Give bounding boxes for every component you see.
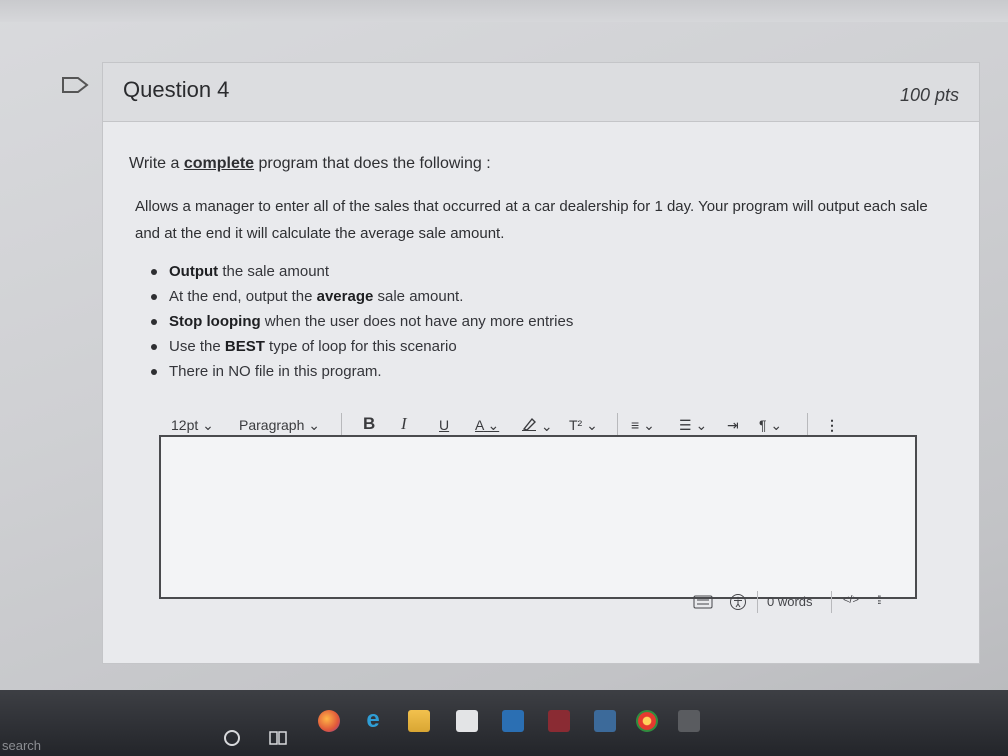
- taskbar-search[interactable]: search: [2, 738, 41, 753]
- status-divider: [757, 591, 758, 613]
- paragraph-direction-button[interactable]: ¶ ⌄: [759, 417, 782, 434]
- highlight-color-button[interactable]: ⌄: [521, 417, 553, 435]
- underline-button[interactable]: U: [439, 417, 449, 433]
- chevron-down-icon: ⌄: [586, 417, 598, 433]
- pilcrow-icon: ¶: [759, 417, 767, 433]
- toolbar-divider: [341, 413, 342, 437]
- prompt-emphasis: complete: [183, 155, 255, 172]
- question-header: Question 4 100 pts: [103, 63, 979, 122]
- indent-button[interactable]: ⇥: [727, 417, 739, 434]
- indent-icon: ⇥: [727, 417, 739, 433]
- app-icon[interactable]: [502, 710, 524, 732]
- chevron-down-icon: ⌄: [202, 417, 214, 433]
- accessibility-icon[interactable]: [729, 593, 747, 611]
- requirement-item: There in NO file in this program.: [149, 359, 573, 384]
- html-editor-toggle[interactable]: </>: [843, 594, 859, 606]
- app-icon[interactable]: [548, 710, 570, 732]
- block-format-dropdown[interactable]: Paragraph ⌄: [239, 417, 320, 434]
- question-card: Question 4 100 pts Write a complete prog…: [102, 62, 980, 664]
- requirement-item: Stop looping when the user does not have…: [149, 309, 573, 334]
- chevron-down-icon: ⌄: [770, 417, 783, 433]
- toolbar-divider: [617, 413, 618, 437]
- chevron-down-icon: ⌄: [695, 417, 708, 433]
- resize-handle-icon[interactable]: ⁞⁞: [877, 593, 881, 607]
- italic-button[interactable]: I: [401, 414, 407, 434]
- word-count: 0 words: [767, 594, 813, 609]
- requirements-list: Output the sale amount At the end, outpu…: [149, 259, 573, 384]
- store-icon[interactable]: [456, 710, 478, 732]
- requirement-item: Use the BEST type of loop for this scena…: [149, 334, 573, 359]
- chevron-down-icon: ⌄: [540, 418, 553, 434]
- align-icon: ≡: [631, 417, 640, 433]
- question-points: 100 pts: [899, 85, 959, 105]
- question-prompt: Write a complete program that does the f…: [129, 155, 491, 173]
- task-view-icon[interactable]: [268, 728, 288, 748]
- question-title: Question 4: [123, 77, 230, 102]
- text-color-button[interactable]: A ⌄: [475, 417, 499, 434]
- more-options-button[interactable]: ⋮: [825, 417, 839, 434]
- superscript-button[interactable]: T² ⌄: [569, 417, 598, 434]
- prompt-text-before: Write a: [129, 155, 184, 172]
- highlighter-icon: [522, 417, 536, 431]
- mail-icon[interactable]: [594, 710, 616, 732]
- firefox-icon[interactable]: [318, 710, 340, 732]
- keyboard-icon[interactable]: [693, 595, 713, 609]
- bold-button[interactable]: B: [363, 414, 375, 434]
- list-button[interactable]: ☰ ⌄: [679, 417, 707, 434]
- toolbar-divider: [807, 413, 808, 437]
- prompt-text-after: program that does the following :: [254, 155, 491, 172]
- monitor-bezel-top: [0, 0, 1008, 22]
- chevron-down-icon: ⌄: [308, 417, 321, 433]
- status-divider: [831, 591, 832, 613]
- align-button[interactable]: ≡ ⌄: [631, 417, 655, 434]
- chrome-icon[interactable]: [636, 710, 658, 732]
- requirement-item: At the end, output the average sale amou…: [149, 284, 573, 309]
- cortana-icon[interactable]: [222, 728, 242, 748]
- font-size-dropdown[interactable]: 12pt ⌄: [171, 417, 214, 434]
- chevron-down-icon: ⌄: [487, 417, 500, 433]
- bullet-list-icon: ☰: [679, 417, 692, 433]
- app-icon[interactable]: [678, 710, 700, 732]
- requirement-item: Output the sale amount: [149, 259, 573, 284]
- answer-editor[interactable]: [159, 435, 917, 599]
- question-description: Allows a manager to enter all of the sal…: [135, 198, 928, 242]
- file-explorer-icon[interactable]: [408, 710, 430, 732]
- os-taskbar: search e: [0, 690, 1008, 756]
- chevron-down-icon: ⌄: [643, 417, 655, 433]
- edge-icon[interactable]: e: [362, 708, 384, 732]
- question-flag-icon[interactable]: [60, 76, 90, 94]
